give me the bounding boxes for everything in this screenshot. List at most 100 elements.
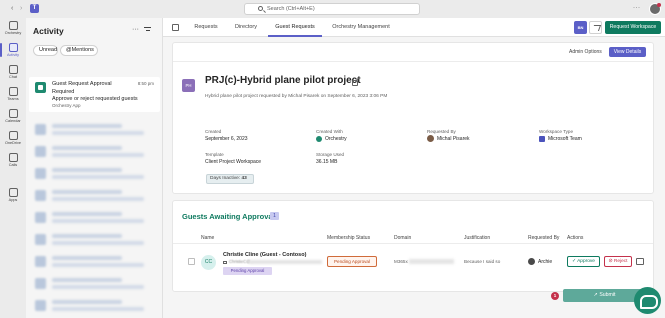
notification-title: Guest Request Approval	[52, 81, 112, 87]
list-item[interactable]	[29, 186, 160, 206]
tab-requests[interactable]: Requests	[189, 18, 223, 37]
forward-arrow-icon[interactable]: ›	[20, 5, 27, 12]
bn-button[interactable]: BN	[574, 21, 587, 34]
rail-label: Orchestry	[4, 31, 22, 35]
calendar-icon	[8, 109, 18, 118]
rail-item-calls[interactable]: Calls	[0, 150, 26, 172]
days-inactive-value: 43	[241, 176, 247, 181]
main-content: Requests Directory Guest Requests Orches…	[163, 18, 665, 318]
requested-by-value: Michal Pisarek	[437, 136, 470, 142]
tab-home-icon[interactable]	[172, 24, 179, 31]
back-arrow-icon[interactable]: ‹	[11, 5, 18, 12]
bell-icon	[8, 43, 18, 52]
list-item[interactable]	[29, 142, 160, 162]
column-header: Name	[201, 235, 215, 241]
list-item[interactable]	[29, 120, 160, 140]
send-icon[interactable]	[589, 21, 602, 34]
template-value: Client Project Workspace	[205, 159, 262, 165]
rail-item-apps[interactable]: Apps	[0, 185, 26, 207]
approve-button[interactable]: ✓ Approve	[567, 256, 600, 267]
project-avatar: PH	[182, 79, 195, 92]
error-count-badge: 1	[551, 292, 559, 300]
orchestry-app-icon	[35, 82, 46, 93]
comment-icon[interactable]	[636, 258, 644, 265]
template-label: Template	[205, 152, 224, 157]
guests-count-badge: 1	[270, 212, 279, 220]
list-item[interactable]	[29, 208, 160, 228]
notification-line: Required	[52, 89, 75, 95]
rail-item-orchestry[interactable]: Orchestry	[0, 18, 26, 40]
orchestry-icon	[316, 136, 322, 142]
apps-icon	[8, 188, 18, 197]
external-link-icon[interactable]	[352, 80, 358, 86]
storage-label: Storage Used	[316, 152, 345, 157]
list-item[interactable]	[29, 252, 160, 272]
list-item[interactable]	[29, 296, 160, 316]
search-input[interactable]: Search (Ctrl+Alt+E)	[244, 3, 420, 15]
workspace-details-card: Admin Options View Details PH PRJ(c)-Hyb…	[172, 42, 654, 194]
admin-options-label: Admin Options	[569, 49, 602, 55]
rail-item-onedrive[interactable]: OneDrive	[0, 128, 26, 150]
teams-icon	[8, 87, 18, 96]
tab-orchestry-management[interactable]: Orchestry Management	[327, 18, 395, 37]
view-details-button[interactable]: View Details	[609, 47, 646, 57]
rail-label: Apps	[8, 198, 18, 202]
app-rail: Orchestry Activity Chat Teams Calendar O…	[0, 18, 26, 318]
notification-line: Approve or reject requested guests	[52, 96, 138, 102]
created-value: September 6, 2023	[205, 136, 248, 142]
activity-panel: Activity ··· Unread @Mentions Guest Requ…	[26, 18, 163, 318]
approve-label: Approve	[577, 259, 595, 264]
orchestry-icon	[8, 21, 18, 30]
activity-more-icon[interactable]: ···	[132, 26, 139, 33]
tab-bar: Requests Directory Guest Requests Orches…	[163, 18, 665, 37]
membership-status-badge: Pending Approval	[327, 256, 377, 267]
user-avatar[interactable]	[649, 3, 661, 15]
requester-avatar	[528, 258, 535, 265]
notification-item[interactable]: Guest Request Approval 8:50 pm Required …	[29, 77, 160, 112]
list-item[interactable]	[29, 164, 160, 184]
tab-directory[interactable]: Directory	[229, 18, 263, 37]
rail-item-calendar[interactable]: Calendar	[0, 106, 26, 128]
rail-label: Teams	[7, 97, 19, 101]
redacted-text	[409, 259, 454, 264]
days-inactive-badge: Days Inactive: 43	[206, 174, 254, 184]
tab-guest-requests[interactable]: Guest Requests	[268, 18, 322, 37]
row-checkbox[interactable]	[188, 258, 195, 265]
created-with-label: Created With	[316, 129, 343, 134]
email-icon	[223, 261, 227, 264]
redacted-text	[249, 260, 322, 264]
list-item[interactable]	[29, 230, 160, 250]
filter-unread[interactable]: Unread	[33, 45, 58, 56]
workspace-type-value: Microsoft Team	[548, 136, 582, 142]
list-item[interactable]	[29, 274, 160, 294]
guest-avatar: CC	[201, 255, 216, 270]
more-options-icon[interactable]: ···	[633, 5, 641, 11]
search-icon	[258, 6, 263, 11]
guests-awaiting-card: Guests Awaiting Approval 1 Name Membersh…	[172, 200, 654, 302]
request-workspace-button[interactable]: Request Workspace	[605, 21, 661, 34]
teams-logo-icon: T	[30, 4, 39, 13]
created-label: Created	[205, 129, 222, 134]
reject-button[interactable]: ⊘ Reject	[604, 256, 632, 267]
requested-by: Archie	[538, 259, 553, 265]
title-bar: ‹ › T Search (Ctrl+Alt+E) ···	[0, 0, 665, 18]
chat-icon	[8, 65, 18, 74]
requester-avatar	[427, 135, 434, 142]
search-placeholder: Search (Ctrl+Alt+E)	[267, 6, 315, 12]
orchestry-chat-fab-icon[interactable]	[634, 287, 661, 314]
rail-item-chat[interactable]: Chat	[0, 62, 26, 84]
phone-icon	[8, 153, 18, 162]
rail-item-teams[interactable]: Teams	[0, 84, 26, 106]
guests-section-title: Guests Awaiting Approval	[182, 212, 275, 221]
workspace-type-label: Workspace Type	[539, 129, 574, 134]
cloud-icon	[8, 131, 18, 140]
filter-icon[interactable]	[144, 27, 151, 32]
days-inactive-label: Days Inactive:	[210, 176, 241, 181]
storage-value: 36.15 MB	[316, 159, 338, 165]
rail-label: Calls	[8, 163, 18, 167]
reject-label: Reject	[613, 259, 628, 264]
requested-by-label: Requested By	[427, 129, 456, 134]
filter-mentions[interactable]: @Mentions	[60, 45, 98, 56]
rail-item-activity[interactable]: Activity	[0, 40, 26, 62]
column-header: Membership Status	[327, 235, 371, 241]
